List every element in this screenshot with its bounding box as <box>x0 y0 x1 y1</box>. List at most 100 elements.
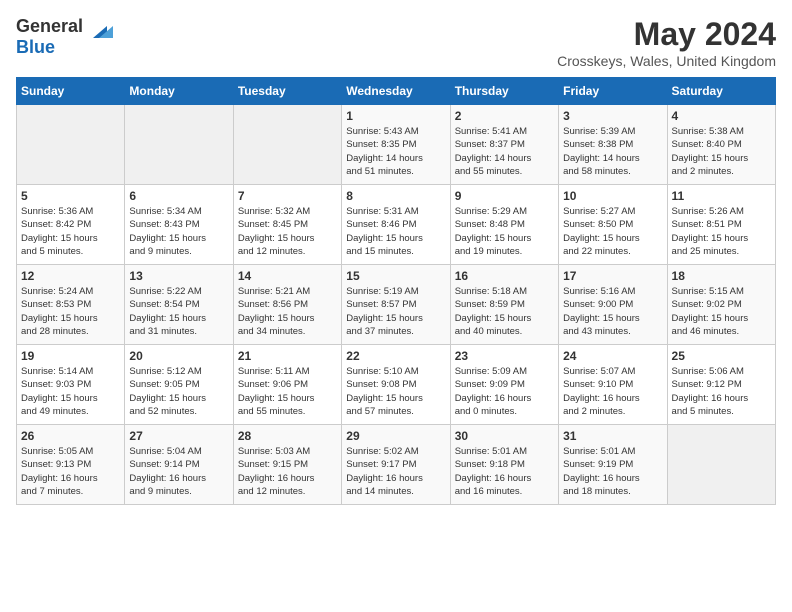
day-info: Sunrise: 5:38 AMSunset: 8:40 PMDaylight:… <box>672 125 771 178</box>
day-cell <box>233 105 341 185</box>
day-number: 23 <box>455 349 554 363</box>
day-cell: 24Sunrise: 5:07 AMSunset: 9:10 PMDayligh… <box>559 345 667 425</box>
day-info: Sunrise: 5:05 AMSunset: 9:13 PMDaylight:… <box>21 445 120 498</box>
day-cell: 31 Sunrise: 5:01 AMSunset: 9:19 PMDayligh… <box>559 425 667 505</box>
day-number: 31 <box>563 429 662 443</box>
day-cell: 15Sunrise: 5:19 AMSunset: 8:57 PMDayligh… <box>342 265 450 345</box>
day-cell: 16Sunrise: 5:18 AMSunset: 8:59 PMDayligh… <box>450 265 558 345</box>
day-info: Sunrise: 5:01 AMSunset: 9:18 PMDaylight:… <box>455 445 554 498</box>
day-info: Sunrise: 5:11 AMSunset: 9:06 PMDaylight:… <box>238 365 337 418</box>
day-cell: 22Sunrise: 5:10 AMSunset: 9:08 PMDayligh… <box>342 345 450 425</box>
day-cell <box>17 105 125 185</box>
day-number: 2 <box>455 109 554 123</box>
day-cell: 3 Sunrise: 5:39 AMSunset: 8:38 PMDaylight… <box>559 105 667 185</box>
day-info: Sunrise: 5:14 AMSunset: 9:03 PMDaylight:… <box>21 365 120 418</box>
day-cell: 6Sunrise: 5:34 AMSunset: 8:43 PMDaylight… <box>125 185 233 265</box>
day-info: Sunrise: 5:21 AMSunset: 8:56 PMDaylight:… <box>238 285 337 338</box>
day-number: 19 <box>21 349 120 363</box>
day-number: 14 <box>238 269 337 283</box>
day-cell: 28Sunrise: 5:03 AMSunset: 9:15 PMDayligh… <box>233 425 341 505</box>
day-number: 22 <box>346 349 445 363</box>
day-cell: 19 Sunrise: 5:14 AMSunset: 9:03 PMDayligh… <box>17 345 125 425</box>
logo: General Blue <box>16 16 115 58</box>
weekday-header-monday: Monday <box>125 78 233 105</box>
day-cell: 4 Sunrise: 5:38 AMSunset: 8:40 PMDaylight… <box>667 105 775 185</box>
day-info: Sunrise: 5:26 AMSunset: 8:51 PMDaylight:… <box>672 205 771 258</box>
day-info: Sunrise: 5:39 AMSunset: 8:38 PMDaylight:… <box>563 125 662 178</box>
day-number: 1 <box>346 109 445 123</box>
day-cell: 10 Sunrise: 5:27 AMSunset: 8:50 PMDayligh… <box>559 185 667 265</box>
day-number: 13 <box>129 269 228 283</box>
day-number: 18 <box>672 269 771 283</box>
day-number: 7 <box>238 189 337 203</box>
day-cell: 11 Sunrise: 5:26 AMSunset: 8:51 PMDayligh… <box>667 185 775 265</box>
day-info: Sunrise: 5:03 AMSunset: 9:15 PMDaylight:… <box>238 445 337 498</box>
day-cell: 18 Sunrise: 5:15 AMSunset: 9:02 PMDayligh… <box>667 265 775 345</box>
day-cell: 21Sunrise: 5:11 AMSunset: 9:06 PMDayligh… <box>233 345 341 425</box>
day-cell <box>667 425 775 505</box>
week-row-2: 5 Sunrise: 5:36 AMSunset: 8:42 PMDaylight… <box>17 185 776 265</box>
day-cell: 9 Sunrise: 5:29 AMSunset: 8:48 PMDaylight… <box>450 185 558 265</box>
day-cell: 27 Sunrise: 5:04 AMSunset: 9:14 PMDayligh… <box>125 425 233 505</box>
weekday-header-sunday: Sunday <box>17 78 125 105</box>
day-number: 3 <box>563 109 662 123</box>
day-info: Sunrise: 5:29 AMSunset: 8:48 PMDaylight:… <box>455 205 554 258</box>
day-info: Sunrise: 5:22 AMSunset: 8:54 PMDaylight:… <box>129 285 228 338</box>
day-number: 30 <box>455 429 554 443</box>
day-info: Sunrise: 5:36 AMSunset: 8:42 PMDaylight:… <box>21 205 120 258</box>
month-year: May 2024 <box>557 16 776 53</box>
title-block: May 2024 Crosskeys, Wales, United Kingdo… <box>557 16 776 69</box>
day-info: Sunrise: 5:43 AMSunset: 8:35 PMDaylight:… <box>346 125 445 178</box>
day-cell: 13 Sunrise: 5:22 AMSunset: 8:54 PMDayligh… <box>125 265 233 345</box>
day-cell: 29Sunrise: 5:02 AMSunset: 9:17 PMDayligh… <box>342 425 450 505</box>
day-number: 20 <box>129 349 228 363</box>
day-info: Sunrise: 5:15 AMSunset: 9:02 PMDaylight:… <box>672 285 771 338</box>
day-cell: 7Sunrise: 5:32 AMSunset: 8:45 PMDaylight… <box>233 185 341 265</box>
day-info: Sunrise: 5:01 AMSunset: 9:19 PMDaylight:… <box>563 445 662 498</box>
day-number: 10 <box>563 189 662 203</box>
day-info: Sunrise: 5:19 AMSunset: 8:57 PMDaylight:… <box>346 285 445 338</box>
day-number: 17 <box>563 269 662 283</box>
day-info: Sunrise: 5:24 AMSunset: 8:53 PMDaylight:… <box>21 285 120 338</box>
calendar-table: SundayMondayTuesdayWednesdayThursdayFrid… <box>16 77 776 505</box>
day-cell: 14 Sunrise: 5:21 AMSunset: 8:56 PMDayligh… <box>233 265 341 345</box>
day-cell <box>125 105 233 185</box>
location: Crosskeys, Wales, United Kingdom <box>557 53 776 69</box>
day-cell: 12Sunrise: 5:24 AMSunset: 8:53 PMDayligh… <box>17 265 125 345</box>
day-info: Sunrise: 5:41 AMSunset: 8:37 PMDaylight:… <box>455 125 554 178</box>
day-info: Sunrise: 5:27 AMSunset: 8:50 PMDaylight:… <box>563 205 662 258</box>
day-info: Sunrise: 5:04 AMSunset: 9:14 PMDaylight:… <box>129 445 228 498</box>
day-info: Sunrise: 5:16 AMSunset: 9:00 PMDaylight:… <box>563 285 662 338</box>
day-number: 4 <box>672 109 771 123</box>
day-info: Sunrise: 5:06 AMSunset: 9:12 PMDaylight:… <box>672 365 771 418</box>
logo-text: General Blue <box>16 16 83 58</box>
day-info: Sunrise: 5:09 AMSunset: 9:09 PMDaylight:… <box>455 365 554 418</box>
day-cell: 5 Sunrise: 5:36 AMSunset: 8:42 PMDaylight… <box>17 185 125 265</box>
day-cell: 8Sunrise: 5:31 AMSunset: 8:46 PMDaylight… <box>342 185 450 265</box>
weekday-header-saturday: Saturday <box>667 78 775 105</box>
day-cell: 1 Sunrise: 5:43 AMSunset: 8:35 PMDaylight… <box>342 105 450 185</box>
day-info: Sunrise: 5:18 AMSunset: 8:59 PMDaylight:… <box>455 285 554 338</box>
day-info: Sunrise: 5:34 AMSunset: 8:43 PMDaylight:… <box>129 205 228 258</box>
day-number: 9 <box>455 189 554 203</box>
week-row-5: 26Sunrise: 5:05 AMSunset: 9:13 PMDayligh… <box>17 425 776 505</box>
weekday-header-tuesday: Tuesday <box>233 78 341 105</box>
day-number: 27 <box>129 429 228 443</box>
day-cell: 17 Sunrise: 5:16 AMSunset: 9:00 PMDayligh… <box>559 265 667 345</box>
day-info: Sunrise: 5:31 AMSunset: 8:46 PMDaylight:… <box>346 205 445 258</box>
day-number: 11 <box>672 189 771 203</box>
weekday-header-wednesday: Wednesday <box>342 78 450 105</box>
day-cell: 20Sunrise: 5:12 AMSunset: 9:05 PMDayligh… <box>125 345 233 425</box>
week-row-4: 19 Sunrise: 5:14 AMSunset: 9:03 PMDayligh… <box>17 345 776 425</box>
logo-blue: Blue <box>16 37 55 57</box>
week-row-1: 1 Sunrise: 5:43 AMSunset: 8:35 PMDaylight… <box>17 105 776 185</box>
day-cell: 25Sunrise: 5:06 AMSunset: 9:12 PMDayligh… <box>667 345 775 425</box>
weekday-header-friday: Friday <box>559 78 667 105</box>
logo-icon <box>85 18 115 48</box>
week-row-3: 12Sunrise: 5:24 AMSunset: 8:53 PMDayligh… <box>17 265 776 345</box>
day-cell: 26Sunrise: 5:05 AMSunset: 9:13 PMDayligh… <box>17 425 125 505</box>
day-number: 5 <box>21 189 120 203</box>
day-number: 24 <box>563 349 662 363</box>
weekday-header-thursday: Thursday <box>450 78 558 105</box>
weekday-header-row: SundayMondayTuesdayWednesdayThursdayFrid… <box>17 78 776 105</box>
